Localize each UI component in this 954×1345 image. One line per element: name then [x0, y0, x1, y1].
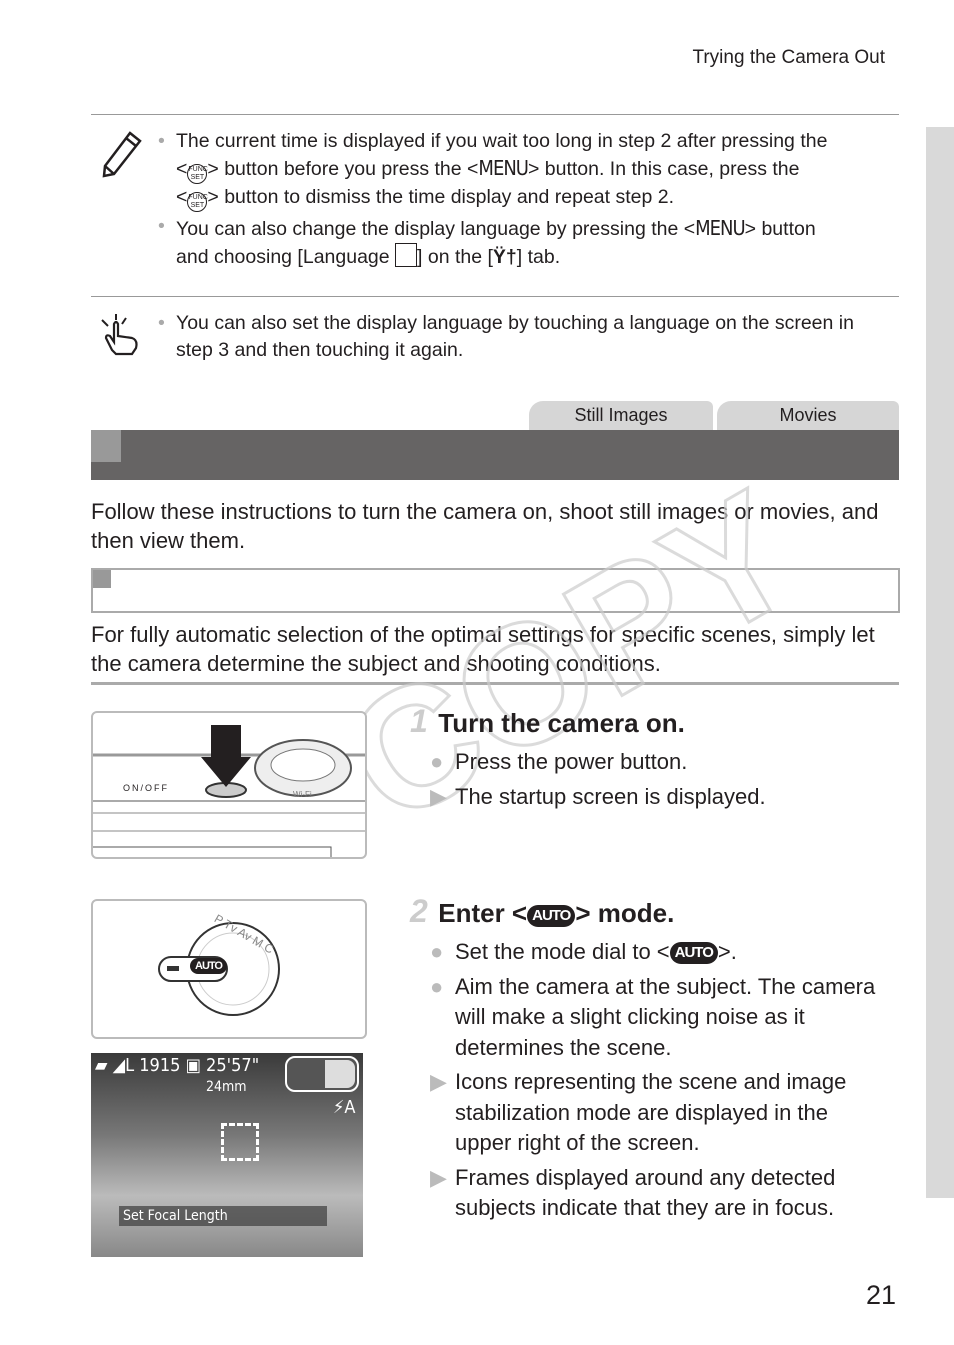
language-icon — [395, 243, 418, 267]
menu-icon: MENU — [695, 216, 746, 240]
setup-tab-icon: Ÿ† — [492, 246, 517, 268]
section-marker — [91, 430, 121, 462]
divider — [91, 296, 899, 297]
note-item: You can also change the display language… — [176, 216, 816, 268]
power-label: ON/OFF — [123, 783, 169, 793]
touch-note: • You can also set the display language b… — [158, 312, 854, 361]
menu-icon: MENU — [478, 156, 529, 180]
list-item: ▶ The startup screen is displayed. — [430, 783, 766, 809]
list-item: ● Press the power button. — [430, 749, 688, 774]
func-set-icon: FUNC SET — [187, 192, 208, 212]
step-2-list: ● Set the mode dial to < AUTO >. ● Aim the c… — [430, 937, 890, 1224]
focus-frame — [221, 1123, 259, 1161]
mode-dial-illustration: AUTO P Tv Av M C — [91, 899, 367, 1039]
side-tab-strip — [926, 127, 954, 1198]
auto-icon: AUTO — [190, 958, 227, 974]
camera-screen-photo: ▰ ◢L 1915 ▣ 25'57" 24mm ⚡A Set Focal Len… — [91, 1053, 363, 1257]
auto-icon: AUTO — [669, 942, 718, 964]
func-set-icon: FUNC SET — [187, 164, 208, 184]
manual-page: Trying the Camera Out • The current time… — [0, 0, 954, 1345]
tab-movies: Movies — [717, 401, 899, 430]
screen-info: ▰ ◢L 1915 ▣ 25'57" — [95, 1055, 260, 1076]
wifi-label: Wi-Fi — [293, 790, 312, 799]
touch-icon — [101, 314, 138, 356]
list-item: ● Aim the camera at the subject. The came… — [430, 973, 876, 1060]
divider — [91, 114, 899, 115]
pencil-icon — [102, 131, 142, 178]
section-header: Trying the Camera Out — [692, 47, 885, 68]
note-item: The current time is displayed if you wai… — [176, 128, 888, 212]
list-item: ▶ Frames displayed around any detected su… — [430, 1164, 836, 1221]
flash-icon: ⚡A — [333, 1097, 356, 1118]
tab-still-images: Still Images — [529, 401, 713, 430]
pencil-note: • The current time is displayed if you w… — [158, 128, 888, 274]
step-1-list: ● Press the power button. ▶ The startup sc… — [430, 747, 890, 812]
power-button-illustration: ON/OFF Wi-Fi — [91, 711, 367, 859]
scene-icon — [285, 1056, 359, 1092]
step-1-heading: 1 Turn the camera on. — [410, 703, 685, 739]
section-title-bar — [91, 430, 899, 480]
step-2-heading: 2 Enter < AUTO > mode. — [410, 893, 675, 929]
focal-length: 24mm — [206, 1079, 247, 1095]
list-item: ● Set the mode dial to < AUTO >. — [430, 939, 737, 964]
page-number: 21 — [866, 1280, 897, 1310]
focal-hint: Set Focal Length — [119, 1206, 327, 1226]
list-item: ▶ Icons representing the scene and image … — [430, 1069, 847, 1155]
auto-icon: AUTO — [527, 905, 576, 927]
